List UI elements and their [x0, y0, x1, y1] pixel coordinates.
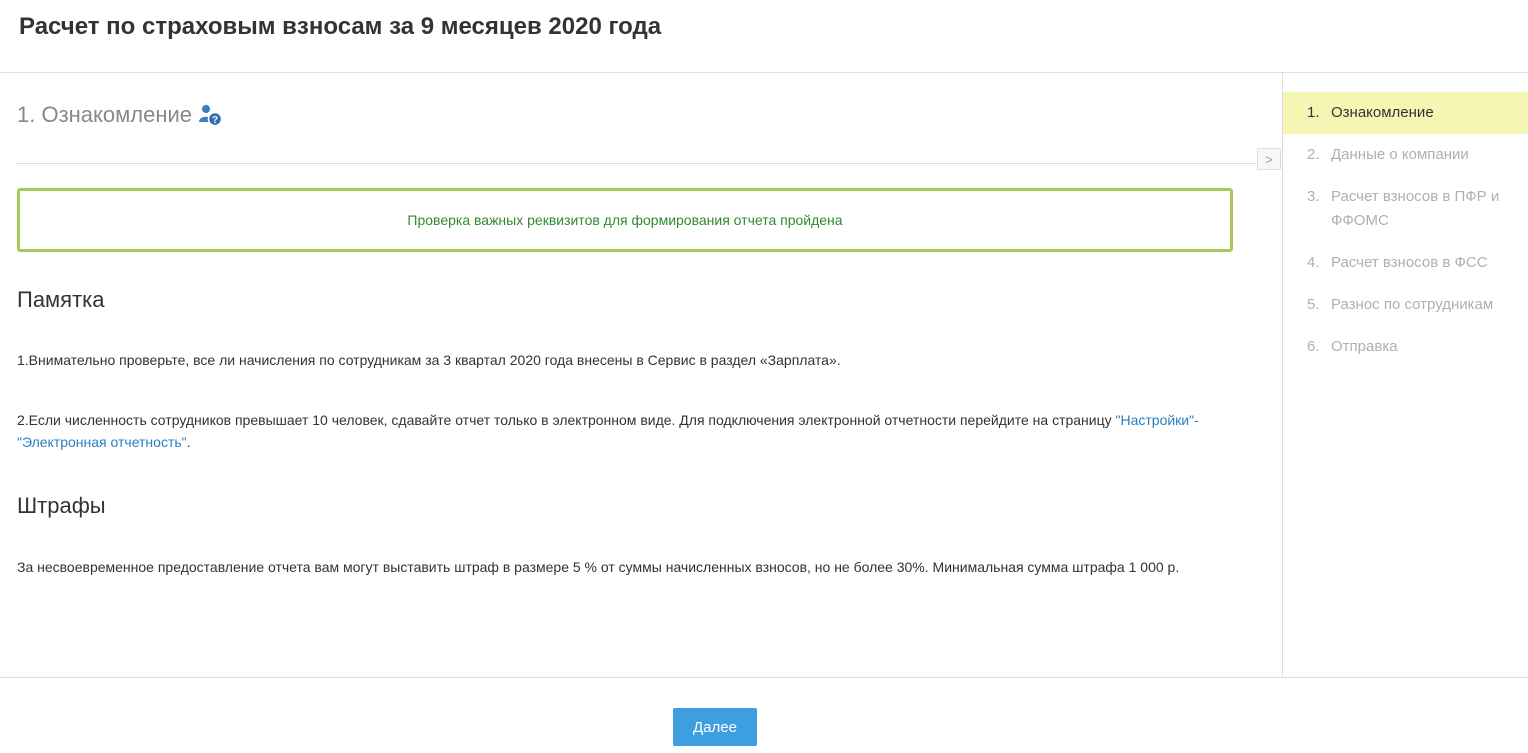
- sidebar-step-label: Расчет взносов в ПФР и ФФОМС: [1331, 188, 1500, 229]
- memo-title: Памятка: [17, 287, 105, 312]
- sidebar-step-number: 5.: [1307, 296, 1320, 313]
- fines-title: Штрафы: [17, 493, 106, 518]
- page-title: Расчет по страховым взносам за 9 месяцев…: [19, 13, 662, 40]
- sidebar-step-3[interactable]: 3. Расчет взносов в ПФР и ФФОМС: [1283, 176, 1528, 242]
- sidebar-step-label: Разнос по сотрудникам: [1331, 296, 1494, 313]
- sidebar-step-1[interactable]: 1. Ознакомление: [1283, 92, 1528, 134]
- sidebar-step-6[interactable]: 6. Отправка: [1283, 326, 1528, 368]
- svg-text:?: ?: [212, 115, 218, 126]
- memo-item-2-text: 2.Если численность сотрудников превышает…: [17, 412, 1116, 428]
- sidebar-step-label: Расчет взносов в ФСС: [1331, 254, 1488, 271]
- sidebar-step-number: 1.: [1307, 104, 1320, 121]
- footer: Далее: [0, 677, 1528, 753]
- chevron-right-icon: >: [1265, 151, 1273, 167]
- sidebar-step-label: Отправка: [1331, 338, 1398, 355]
- memo-item-2: 2.Если численность сотрудников превышает…: [17, 409, 1269, 453]
- collapse-sidebar-button[interactable]: >: [1257, 148, 1281, 170]
- memo-item-2-end: .: [186, 434, 191, 450]
- steps-sidebar: 1. Ознакомление 2. Данные о компании 3. Расче…: [1283, 73, 1528, 677]
- sidebar-step-number: 3.: [1307, 188, 1320, 205]
- step-heading: 1. Ознакомление ?: [17, 100, 224, 130]
- check-status-message: Проверка важных реквизитов для формирова…: [407, 212, 843, 228]
- sidebar-step-number: 2.: [1307, 146, 1320, 163]
- user-help-icon[interactable]: ?: [198, 103, 224, 127]
- fines-text: За несвоевременное предоставление отчета…: [17, 559, 1180, 575]
- step-divider: [16, 163, 1282, 164]
- sidebar-step-number: 6.: [1307, 338, 1320, 355]
- sidebar-step-number: 4.: [1307, 254, 1320, 271]
- sidebar-step-label: Данные о компании: [1331, 146, 1469, 163]
- sidebar-step-5[interactable]: 5. Разнос по сотрудникам: [1283, 284, 1528, 326]
- memo-item-1: 1.Внимательно проверьте, все ли начислен…: [17, 352, 841, 368]
- sidebar-step-4[interactable]: 4. Расчет взносов в ФСС: [1283, 242, 1528, 284]
- main-content: 1. Ознакомление ? Проверка важных реквиз…: [0, 73, 1283, 677]
- sidebar-step-label: Ознакомление: [1331, 104, 1434, 121]
- check-status-box: Проверка важных реквизитов для формирова…: [17, 188, 1233, 252]
- step-heading-label: 1. Ознакомление: [17, 102, 193, 127]
- next-button[interactable]: Далее: [673, 708, 757, 746]
- sidebar-step-2[interactable]: 2. Данные о компании: [1283, 134, 1528, 176]
- steps-nav: 1. Ознакомление 2. Данные о компании 3. Расче…: [1283, 92, 1528, 368]
- header: Расчет по страховым взносам за 9 месяцев…: [0, 0, 1528, 73]
